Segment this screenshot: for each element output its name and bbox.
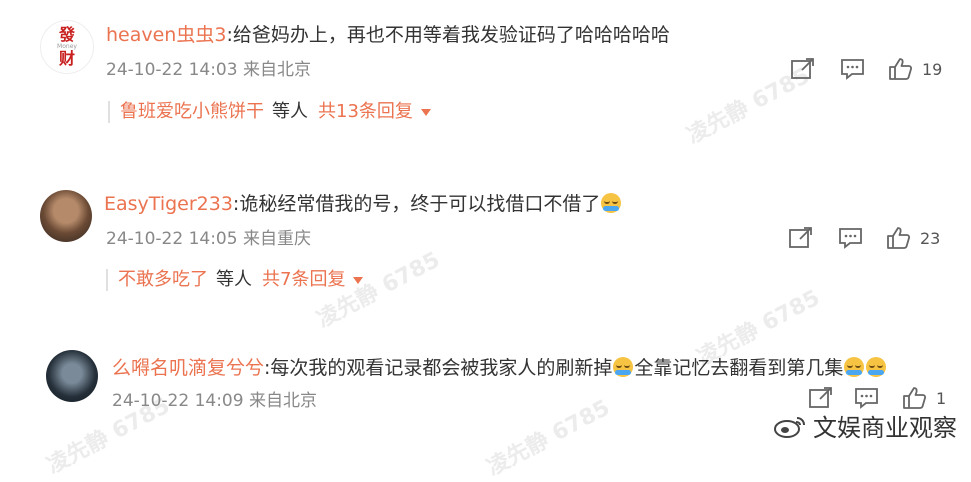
comment-icon[interactable] [854, 386, 880, 410]
avatar[interactable] [46, 350, 98, 402]
username-link[interactable]: 么嘚名叽滴复兮兮 [112, 357, 264, 379]
avatar-glyph: 發 [58, 25, 75, 44]
reply-summary[interactable]: 鲁班爱吃小熊饼干 等人 共13条回复 [108, 100, 431, 124]
caret-down-icon [353, 276, 364, 284]
reply-divider [108, 101, 110, 123]
avatar-glyph: 财 [58, 49, 75, 68]
comment-text: :诡秘经常借我的号，终于可以找借口不借了 [232, 193, 601, 215]
comment-body: heaven虫虫3:给爸妈办上，再也不用等着我发验证码了哈哈哈哈哈 [106, 23, 670, 47]
comment-icon[interactable] [840, 57, 866, 81]
username-link[interactable]: EasyTiger233 [104, 193, 233, 215]
brand-watermark: 文娱商业观察 [773, 408, 957, 443]
username-link[interactable]: heaven虫虫3 [106, 24, 226, 46]
location: 来自重庆 [242, 229, 311, 249]
comment-meta: 24-10-22 14:03 来自北京 [106, 59, 311, 81]
share-icon[interactable] [790, 57, 816, 81]
reply-etc: 等人 [216, 269, 252, 290]
reply-divider [106, 269, 108, 291]
weibo-logo-icon [773, 413, 807, 439]
comment-text: :每次我的观看记录都会被我家人的刷新掉 [264, 357, 613, 379]
comment-text: 全靠记忆去翻看到第几集 [634, 357, 844, 379]
crying-emoji-icon [866, 357, 887, 377]
avatar[interactable]: 發 Money 财 [40, 20, 94, 74]
like-icon[interactable] [886, 226, 912, 250]
comment-meta: 24-10-22 14:05 来自重庆 [106, 228, 311, 250]
comment-body: 么嘚名叽滴复兮兮:每次我的观看记录都会被我家人的刷新掉 全靠记忆去翻看到第几集 [112, 356, 887, 380]
comment-meta: 24-10-22 14:09 来自北京 [112, 390, 317, 412]
like-icon[interactable] [888, 57, 914, 81]
comment-actions: 23 [788, 226, 958, 254]
brand-name: 文娱商业观察 [813, 414, 957, 442]
share-icon[interactable] [788, 226, 814, 250]
location: 来自北京 [242, 60, 311, 80]
share-icon[interactable] [808, 386, 834, 410]
location: 来自北京 [248, 391, 317, 411]
reply-summary[interactable]: 不敢多吃了 等人 共7条回复 [106, 268, 364, 292]
reply-count-link[interactable]: 共7条回复 [262, 269, 345, 290]
reply-count-link[interactable]: 共13条回复 [318, 101, 413, 122]
caret-down-icon [420, 108, 431, 116]
timestamp: 24-10-22 14:03 [106, 60, 238, 80]
crying-emoji-icon [844, 357, 865, 377]
avatar[interactable] [40, 190, 92, 242]
reply-username[interactable]: 鲁班爱吃小熊饼干 [120, 101, 264, 122]
reply-username[interactable]: 不敢多吃了 [118, 269, 208, 290]
comment-body: EasyTiger233:诡秘经常借我的号，终于可以找借口不借了 [104, 192, 622, 216]
crying-emoji-icon [613, 357, 634, 377]
like-count: 19 [922, 60, 943, 79]
timestamp: 24-10-22 14:05 [106, 229, 238, 249]
comment-icon[interactable] [838, 226, 864, 250]
watermark: 凌先静 6785 [483, 395, 615, 481]
like-count: 23 [920, 229, 941, 248]
crying-laugh-emoji-icon [601, 193, 622, 213]
timestamp: 24-10-22 14:09 [112, 391, 244, 411]
reply-etc: 等人 [272, 101, 308, 122]
comment-actions: 19 [790, 57, 960, 85]
comment-text: :给爸妈办上，再也不用等着我发验证码了哈哈哈哈哈 [226, 24, 670, 46]
like-icon[interactable] [902, 386, 928, 410]
